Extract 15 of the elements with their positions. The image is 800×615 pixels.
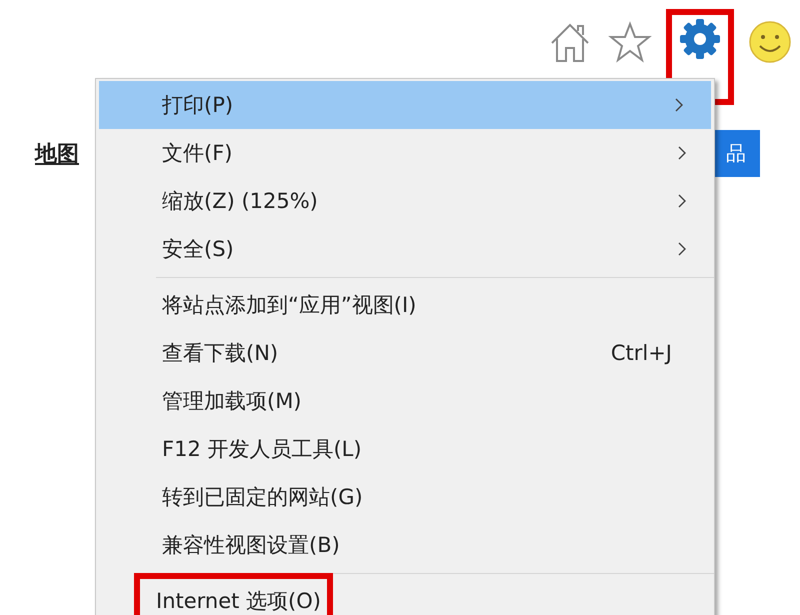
menu-item[interactable]: 安全(S) xyxy=(96,225,714,273)
star-icon xyxy=(608,21,652,63)
star-button[interactable] xyxy=(606,19,654,65)
settings-icon xyxy=(678,17,722,61)
menu-item[interactable]: 兼容性视图设置(B) xyxy=(96,521,714,569)
menu-item[interactable]: 打印(P) xyxy=(99,81,711,129)
menu-item[interactable]: 缩放(Z) (125%) xyxy=(96,177,714,225)
menu-item[interactable]: 管理加载项(M) xyxy=(96,377,714,425)
menu-item[interactable]: 转到已固定的网站(G) xyxy=(96,473,714,521)
map-link[interactable]: 地图 xyxy=(35,138,79,168)
shortcut-text: Ctrl+J xyxy=(610,341,672,365)
menu-item[interactable]: 将站点添加到“应用”视图(I) xyxy=(96,281,714,329)
menu-item[interactable]: 查看下载(N) Ctrl+J xyxy=(96,329,714,377)
menu-item[interactable]: F12 开发人员工具(L) xyxy=(96,425,714,473)
smiley-icon xyxy=(748,20,792,64)
